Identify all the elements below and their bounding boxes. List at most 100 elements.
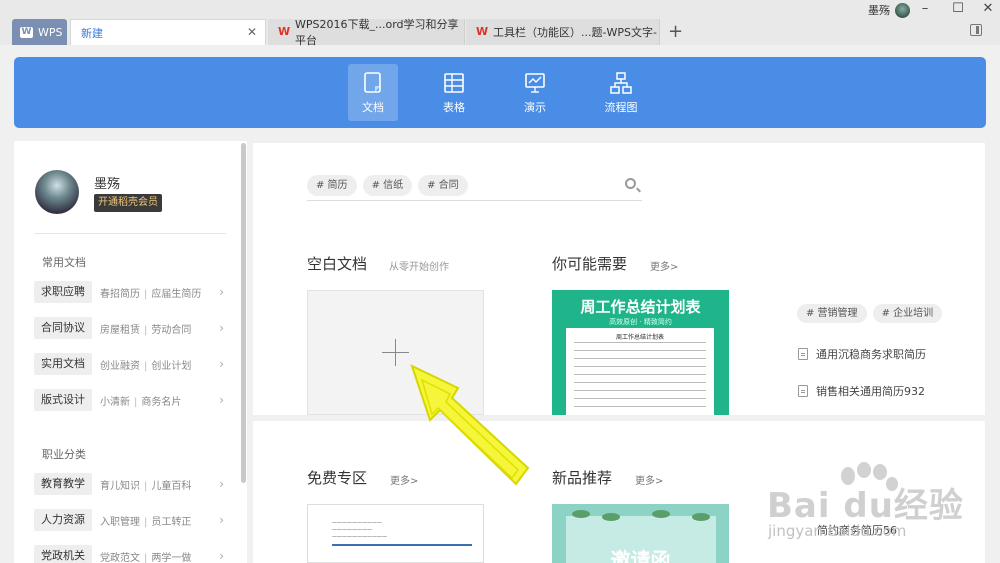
template-paper-heading: 周工作总结计划表 [615,334,664,341]
sidebar-item-government[interactable]: 党政机关 党政范文 | 两学一做 › [34,545,226,563]
tab-label: 工具栏（功能区）...题-WPS文字- [493,26,657,39]
category-label: 文档 [362,101,384,114]
sidebar-toggle-icon[interactable] [970,24,982,36]
recommend-doc-link[interactable]: 销售相关通用简历932 [798,383,925,399]
plus-icon [395,339,396,366]
sidebar-item-education[interactable]: 教育教学 育儿知识 | 儿童百科 › [34,473,226,495]
recommend-tag[interactable]: # 营销管理 [797,304,867,323]
document-icon [364,72,381,93]
avatar [895,2,910,18]
maximize-icon[interactable]: ☐ [943,1,973,16]
search-tag[interactable]: # 合同 [418,175,468,196]
pointer-arrow-icon [410,364,530,486]
recommend-tag[interactable]: # 企业培训 [872,304,943,323]
close-window-icon[interactable]: ✕ [973,1,1000,16]
sidebar-item-label[interactable]: 求职应聘 [34,281,92,303]
sub-link[interactable]: 创业融资 [100,361,140,372]
sub-link[interactable]: 入职管理 [100,517,140,528]
section-title-career: 职业分类 [42,448,86,461]
chevron-right-icon: › [219,321,224,335]
tab-document-2[interactable]: W 工具栏（功能区）...题-WPS文字- [466,19,660,45]
presentation-icon [525,73,545,93]
category-presentation[interactable]: 演示 [510,64,560,121]
user-account[interactable]: 墨殇 [868,2,910,18]
search-input[interactable] [307,200,642,201]
chevron-right-icon: › [219,393,224,407]
sub-link[interactable]: 劳动合同 [151,325,191,336]
section-title-common: 常用文档 [42,256,86,269]
sub-link[interactable]: 育儿知识 [100,481,140,492]
sub-link[interactable]: 小清新 [100,397,130,408]
sidebar-item-label[interactable]: 教育教学 [34,473,92,495]
vip-membership-button[interactable]: 开通稻壳会员 [94,194,162,212]
category-table[interactable]: 表格 [429,64,479,121]
new-card-text: 邀请函 [610,548,671,563]
document-icon [798,348,808,360]
sub-link[interactable]: 员工转正 [151,517,191,528]
free-zone-title: 免费专区 [307,469,368,487]
sub-link[interactable]: 商务名片 [141,397,181,408]
category-document[interactable]: 文档 [348,64,398,121]
new-more-link[interactable]: 更多> [635,472,663,487]
sidebar-item-hr[interactable]: 人力资源 入职管理 | 员工转正 › [34,509,226,531]
sub-link[interactable]: 房屋租赁 [100,325,140,336]
watermark-brand: Bai du经验 [767,486,964,526]
recommend-title: 你可能需要 [552,255,628,273]
sidebar-scrollbar[interactable] [241,143,246,483]
document-icon [798,385,808,397]
template-preview: 周工作总结计划表 [566,328,714,415]
new-template-card[interactable]: 邀请函 [552,504,729,563]
recommend-more-link[interactable]: 更多> [650,258,678,273]
watermark-url: jingyan.baidu.com [768,522,907,540]
new-products-title: 新品推荐 [552,469,613,487]
template-subtitle: 高效原创 · 精致简约 [609,318,672,326]
chevron-right-icon: › [219,513,224,527]
sidebar-item-job[interactable]: 求职应聘 春招简历 | 应届生简历 › [34,281,226,303]
user-name: 墨殇 [868,4,890,17]
sidebar-item-label[interactable]: 实用文档 [34,353,92,375]
tab-wps-home[interactable]: W WPS [12,19,67,45]
sub-link[interactable]: 春招简历 [100,289,140,300]
sidebar-item-practical[interactable]: 实用文档 创业融资 | 创业计划 › [34,353,226,375]
search-tag[interactable]: # 简历 [307,175,357,196]
sidebar-item-label[interactable]: 党政机关 [34,545,92,563]
sub-link[interactable]: 创业计划 [151,361,191,372]
recommend-doc-link[interactable]: 通用沉稳商务求职简历 [798,346,926,362]
close-icon[interactable]: ✕ [247,25,257,39]
wps-writer-icon: W [476,25,489,38]
baidu-watermark: Bai du经验 jingyan.baidu.com [762,462,997,557]
divider [34,233,226,234]
sidebar-item-layout[interactable]: 版式设计 小清新 | 商务名片 › [34,389,226,411]
tab-document-1[interactable]: W WPS2016下载_...ord学习和分享平台 [268,18,465,47]
category-bar: 文档 表格 演示 流程图 [14,57,986,128]
search-icon[interactable] [625,178,636,189]
blank-doc-title: 空白文档 [307,255,368,273]
wps-writer-icon: W [278,25,291,38]
tab-new[interactable]: 新建 ✕ [70,19,266,45]
template-card-weekly-plan[interactable]: 周工作总结计划表 高效原创 · 精致简约 周工作总结计划表 [552,290,729,415]
sub-link[interactable]: 应届生简历 [151,289,201,300]
sidebar-item-label[interactable]: 人力资源 [34,509,92,531]
search-tags: # 简历 # 信纸 # 合同 [307,175,468,196]
tab-label: WPS2016下载_...ord学习和分享平台 [295,18,459,47]
category-flowchart[interactable]: 流程图 [596,64,646,121]
sidebar-item-contract[interactable]: 合同协议 房屋租赁 | 劳动合同 › [34,317,226,339]
sub-link[interactable]: 党政范文 [100,553,140,563]
wps-tab-label: WPS [38,25,63,39]
sidebar-item-label[interactable]: 合同协议 [34,317,92,339]
sub-link[interactable]: 儿童百科 [151,481,191,492]
new-tab-plus-icon[interactable]: + [668,21,683,42]
chevron-right-icon: › [219,549,224,563]
sidebar-item-label[interactable]: 版式设计 [34,389,92,411]
search-tag[interactable]: # 信纸 [362,175,413,196]
blank-doc-subtitle: 从零开始创作 [389,262,449,273]
free-template-card[interactable]: —————————— ———————— ——————————— [307,504,484,563]
chevron-right-icon: › [219,357,224,371]
tab-new-label: 新建 [81,26,103,40]
minimize-icon[interactable]: – [910,1,940,16]
sub-link[interactable]: 两学一做 [151,553,191,563]
profile-username: 墨殇 [94,177,121,192]
category-label: 表格 [443,101,465,114]
table-icon [444,73,464,93]
avatar[interactable] [35,170,79,214]
